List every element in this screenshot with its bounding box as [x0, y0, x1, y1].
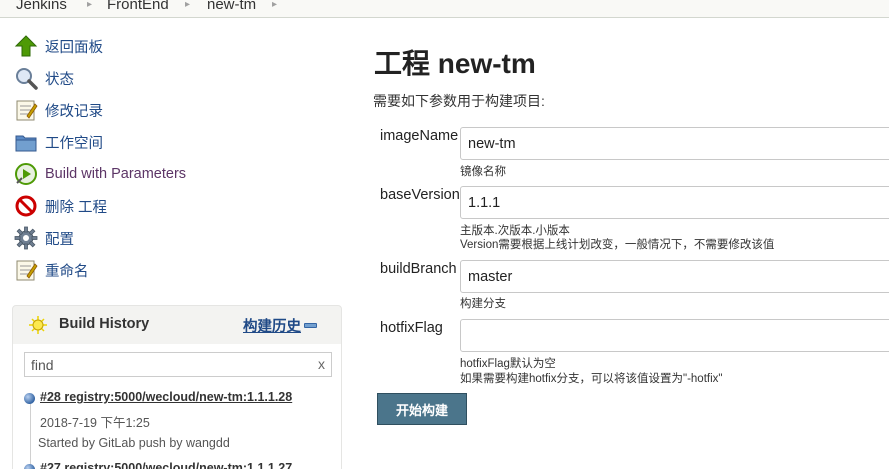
sidebar-item-label: 返回面板	[45, 39, 103, 56]
blue-ball-status-icon	[24, 464, 35, 469]
param-label-baseversion: baseVersion	[380, 187, 460, 203]
start-build-button[interactable]: 开始构建	[377, 393, 467, 425]
sidebar-item-label: Build with Parameters	[45, 166, 187, 182]
param-label-buildbranch: buildBranch	[380, 261, 457, 277]
sidebar-item-build-with-parameters[interactable]: Build with Parameters	[14, 161, 186, 187]
gear-icon	[14, 226, 38, 250]
no-entry-icon	[14, 194, 38, 218]
breadcrumb-new-tm[interactable]: new-tm	[207, 0, 256, 13]
magnifier-icon	[14, 66, 38, 90]
sidebar-item-label: 重命名	[45, 263, 89, 280]
param-description: 镜像名称	[460, 166, 506, 178]
clock-play-icon	[14, 162, 38, 186]
baseversion-input[interactable]: 1.1.1	[460, 186, 889, 219]
collapse-minus-icon[interactable]	[304, 323, 317, 328]
param-description: Version需要根据上线计划改变，一般情况下，不需要修改该值	[460, 239, 775, 251]
sidebar-item-rename[interactable]: 重命名	[14, 257, 89, 283]
sidebar-item-delete-project[interactable]: 删除 工程	[14, 193, 107, 219]
clear-search-button[interactable]: x	[318, 356, 325, 372]
build-link[interactable]: #27 registry:5000/wecloud/new-tm:1.1.1.2…	[40, 461, 292, 469]
blue-ball-status-icon	[24, 393, 35, 404]
page-description: 需要如下参数用于构建项目:	[373, 93, 545, 109]
breadcrumb-separator-icon[interactable]: ▸	[272, 0, 277, 10]
build-trend-link[interactable]: 构建历史	[243, 315, 301, 336]
page-title: 工程 new-tm	[374, 48, 536, 79]
build-history-widget: Build History 构建历史 x #28 registry:5000/w…	[12, 305, 342, 469]
build-history-title: Build History	[59, 316, 150, 332]
sidebar-item-label: 修改记录	[45, 103, 103, 120]
timeline-connector	[30, 400, 31, 469]
sidebar-item-configure[interactable]: 配置	[14, 225, 74, 251]
imagename-input[interactable]: new-tm	[460, 127, 889, 160]
param-description: 如果需要构建hotfix分支，可以将该值设置为"-hotfix"	[460, 373, 723, 385]
sidebar-item-label: 配置	[45, 231, 74, 248]
sidebar-item-workspace[interactable]: 工作空间	[14, 129, 103, 155]
notepad-icon	[14, 98, 38, 122]
sidebar-item-changes[interactable]: 修改记录	[14, 97, 103, 123]
folder-icon	[14, 130, 38, 154]
breadcrumb-frontend[interactable]: FrontEnd	[107, 0, 169, 13]
hotfixflag-input[interactable]	[460, 319, 889, 352]
sidebar-item-label: 工作空间	[45, 135, 103, 152]
breadcrumb-separator-icon[interactable]: ▸	[185, 0, 190, 10]
param-label-hotfixflag: hotfixFlag	[380, 320, 443, 336]
build-history-header: Build History 构建历史	[13, 306, 341, 344]
build-time: 2018-7-19 下午1:25	[40, 416, 150, 430]
sidebar-item-status[interactable]: 状态	[14, 65, 74, 91]
sidebar-item-back-to-dashboard[interactable]: 返回面板	[14, 33, 103, 59]
build-cause: Started by GitLab push by wangdd	[38, 436, 230, 450]
param-description: 构建分支	[460, 298, 506, 310]
param-description: hotfixFlag默认为空	[460, 358, 556, 370]
build-link[interactable]: #28 registry:5000/wecloud/new-tm:1.1.1.2…	[40, 390, 292, 404]
breadcrumb-jenkins[interactable]: Jenkins	[16, 0, 67, 13]
build-search-input[interactable]	[24, 352, 332, 377]
notepad-icon	[14, 258, 38, 282]
breadcrumb: Jenkins ▸ FrontEnd ▸ new-tm ▸	[0, 0, 889, 18]
breadcrumb-separator-icon[interactable]: ▸	[87, 0, 92, 10]
sidebar-item-label: 状态	[45, 71, 74, 88]
param-label-imagename: imageName	[380, 128, 459, 144]
green-up-arrow-icon	[14, 34, 38, 58]
buildbranch-input[interactable]: master	[460, 260, 889, 293]
sidebar-item-label: 删除 工程	[45, 199, 108, 216]
sun-icon	[29, 316, 47, 337]
build-history-body: x #28 registry:5000/wecloud/new-tm:1.1.1…	[13, 344, 341, 469]
